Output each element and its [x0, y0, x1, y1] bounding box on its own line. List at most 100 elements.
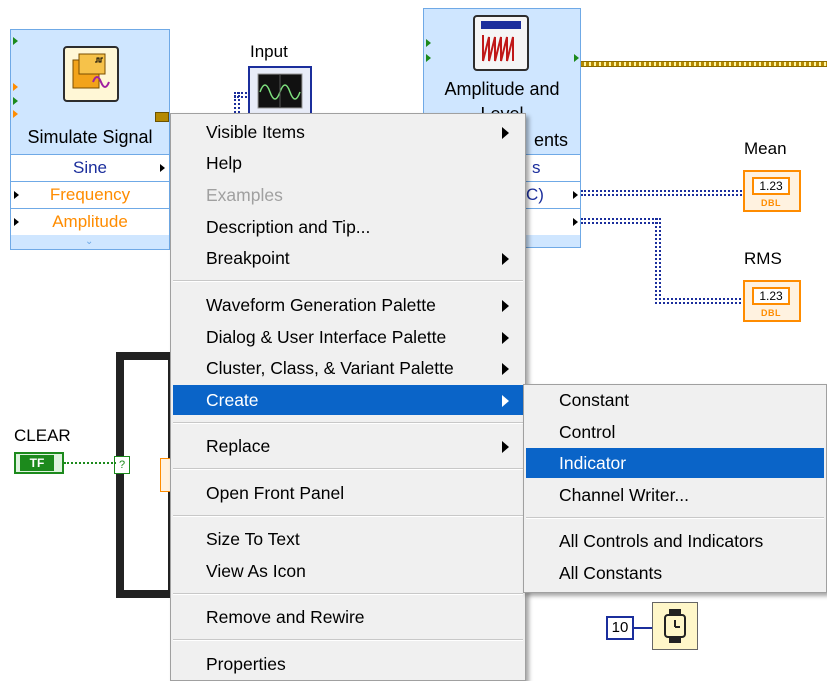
- menu-item-label: Open Front Panel: [206, 483, 345, 503]
- menu-item-label: Size To Text: [206, 529, 300, 549]
- input-label: Input: [250, 42, 288, 61]
- submenu-arrow-icon: [502, 395, 509, 407]
- menu-item-create[interactable]: Create: [173, 385, 523, 415]
- wait-wire[interactable]: [634, 627, 652, 629]
- simulate-signal-icon: [63, 46, 119, 102]
- submenu-item-all-constants[interactable]: All Constants: [526, 558, 824, 588]
- clear-label: CLEAR: [14, 426, 71, 445]
- context-menu: Visible Items Help Examples Description …: [170, 113, 526, 681]
- submenu-arrow-icon: [502, 363, 509, 375]
- input-arrow-icon: [14, 191, 19, 199]
- prop-signal-type[interactable]: Sine: [11, 154, 169, 181]
- clear-boolean-control[interactable]: TF: [14, 452, 64, 474]
- submenu-item-control[interactable]: Control: [526, 417, 824, 447]
- rms-wire[interactable]: [655, 298, 745, 304]
- menu-item-label: Replace: [206, 436, 271, 456]
- terminal-icon: [426, 39, 431, 47]
- waveform-graph-icon[interactable]: [248, 66, 312, 116]
- menu-item-cluster-class-variant-palette[interactable]: Cluster, Class, & Variant Palette: [173, 353, 523, 383]
- menu-item-description-and-tip[interactable]: Description and Tip...: [173, 212, 523, 242]
- menu-separator: [173, 639, 523, 641]
- menu-item-view-as-icon[interactable]: View As Icon: [173, 556, 523, 586]
- amplitude-title-line3: ents: [534, 130, 569, 150]
- submenu-item-label: Indicator: [559, 453, 627, 473]
- menu-item-label: Dialog & User Interface Palette: [206, 327, 447, 347]
- mean-indicator-value: 1.23: [752, 177, 790, 195]
- rms-indicator[interactable]: 1.23 DBL: [743, 280, 801, 322]
- terminal-icon: [13, 110, 18, 118]
- input-arrow-icon: [14, 218, 19, 226]
- submenu-item-indicator[interactable]: Indicator: [526, 448, 824, 478]
- menu-item-label: Create: [206, 390, 259, 410]
- submenu-item-channel-writer[interactable]: Channel Writer...: [526, 480, 824, 510]
- output-terminal: [155, 112, 169, 122]
- expand-chevron-icon[interactable]: ⌄: [85, 236, 93, 247]
- menu-item-label: Properties: [206, 654, 286, 674]
- rms-label: RMS: [744, 249, 782, 268]
- rms-wire[interactable]: [655, 218, 661, 304]
- menu-separator: [526, 517, 824, 519]
- submenu-item-label: Constant: [559, 390, 630, 410]
- prop-amplitude-label: Amplitude: [52, 212, 128, 231]
- submenu-item-all-controls-and-indicators[interactable]: All Controls and Indicators: [526, 526, 824, 556]
- simulate-signal-node[interactable]: Simulate Signal Sine Frequency Amplitude…: [10, 29, 170, 250]
- menu-item-label: Cluster, Class, & Variant Palette: [206, 358, 454, 378]
- input-wire[interactable]: [234, 92, 250, 98]
- rms-indicator-type: DBL: [761, 308, 781, 318]
- selector-terminal[interactable]: ?: [114, 456, 130, 474]
- menu-item-dialog-ui-palette[interactable]: Dialog & User Interface Palette: [173, 322, 523, 352]
- menu-item-replace[interactable]: Replace: [173, 431, 523, 461]
- terminal-icon: [13, 37, 18, 45]
- output-arrow-icon: [573, 191, 578, 199]
- create-submenu: Constant Control Indicator Channel Write…: [523, 384, 827, 593]
- mean-label: Mean: [744, 139, 787, 158]
- simulate-signal-title: Simulate Signal: [27, 127, 153, 147]
- menu-item-label: Description and Tip...: [206, 217, 371, 237]
- submenu-item-label: Channel Writer...: [559, 485, 690, 505]
- menu-separator: [173, 468, 523, 470]
- menu-item-examples: Examples: [173, 180, 523, 210]
- clear-boolean-value: TF: [20, 455, 54, 471]
- wait-constant[interactable]: 10: [606, 616, 634, 640]
- prop-frequency[interactable]: Frequency: [11, 181, 169, 208]
- mean-wire[interactable]: [581, 190, 745, 196]
- submenu-item-label: All Constants: [559, 563, 663, 583]
- menu-separator: [173, 515, 523, 517]
- boolean-wire[interactable]: [64, 462, 116, 464]
- terminal-icon: [13, 97, 18, 105]
- menu-item-help[interactable]: Help: [173, 148, 523, 178]
- output-arrow-icon: [573, 218, 578, 226]
- menu-separator: [173, 280, 523, 282]
- submenu-item-constant[interactable]: Constant: [526, 385, 824, 415]
- menu-separator: [173, 593, 523, 595]
- submenu-item-label: Control: [559, 422, 616, 442]
- amplitude-measurements-icon: [473, 15, 529, 71]
- menu-item-label: Visible Items: [206, 122, 305, 142]
- menu-item-properties[interactable]: Properties: [173, 649, 523, 679]
- wait-function-icon[interactable]: [652, 602, 698, 650]
- menu-item-size-to-text[interactable]: Size To Text: [173, 524, 523, 554]
- menu-item-remove-and-rewire[interactable]: Remove and Rewire: [173, 602, 523, 632]
- terminal-icon: [574, 54, 579, 62]
- prop-amplitude[interactable]: Amplitude: [11, 208, 169, 235]
- submenu-arrow-icon: [502, 332, 509, 344]
- menu-item-visible-items[interactable]: Visible Items: [173, 117, 523, 147]
- menu-item-breakpoint[interactable]: Breakpoint: [173, 243, 523, 273]
- terminal-icon: [426, 54, 431, 62]
- menu-separator: [173, 422, 523, 424]
- mean-indicator[interactable]: 1.23 DBL: [743, 170, 801, 212]
- menu-item-label: Breakpoint: [206, 248, 290, 268]
- menu-item-open-front-panel[interactable]: Open Front Panel: [173, 478, 523, 508]
- submenu-arrow-icon: [502, 253, 509, 265]
- terminal-icon: [13, 83, 18, 91]
- submenu-item-label: All Controls and Indicators: [559, 531, 764, 551]
- amplitude-title-line1: Amplitude and: [444, 79, 560, 99]
- menu-item-label: Examples: [206, 185, 283, 205]
- prop-measurement-1-label: s: [532, 158, 541, 177]
- menu-item-label: Remove and Rewire: [206, 607, 365, 627]
- dynamic-data-wire[interactable]: [581, 61, 827, 67]
- submenu-arrow-icon: [502, 441, 509, 453]
- rms-wire[interactable]: [581, 218, 661, 224]
- menu-item-label: Help: [206, 153, 242, 173]
- menu-item-waveform-generation-palette[interactable]: Waveform Generation Palette: [173, 290, 523, 320]
